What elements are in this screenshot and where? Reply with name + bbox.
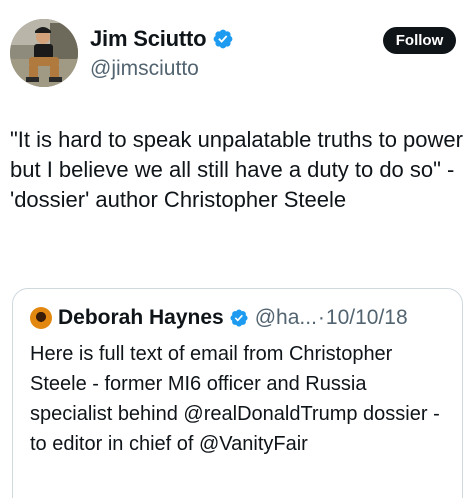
quoted-tweet-text: Here is full text of email from Christop… xyxy=(30,343,440,455)
follow-button[interactable]: Follow xyxy=(383,27,456,54)
quoted-tweet-header: Deborah Haynes @ha... · 10/10/18 xyxy=(30,306,408,330)
quoted-author-handle[interactable]: @ha... xyxy=(255,306,317,330)
verified-badge-icon xyxy=(230,309,248,327)
author-display-name[interactable]: Jim Sciutto xyxy=(90,26,207,52)
verified-badge-icon xyxy=(213,29,233,49)
quoted-tweet-date[interactable]: 10/10/18 xyxy=(326,306,408,330)
quoted-author-display-name[interactable]: Deborah Haynes xyxy=(58,306,224,330)
author-handle[interactable]: @jimsciutto xyxy=(90,57,199,81)
quoted-author-avatar[interactable] xyxy=(30,307,52,329)
quoted-tweet-card[interactable]: Deborah Haynes @ha... · 10/10/18 Here is… xyxy=(12,288,463,498)
author-avatar-photo xyxy=(10,19,78,87)
tweet-text: "It is hard to speak unpalatable truths … xyxy=(10,127,463,212)
author-name-row[interactable]: Jim Sciutto xyxy=(90,26,234,52)
author-avatar[interactable] xyxy=(10,19,78,87)
separator-dot: · xyxy=(317,306,325,329)
tweet-view: Jim Sciutto @jimsciutto Follow "It is ha… xyxy=(0,0,474,498)
